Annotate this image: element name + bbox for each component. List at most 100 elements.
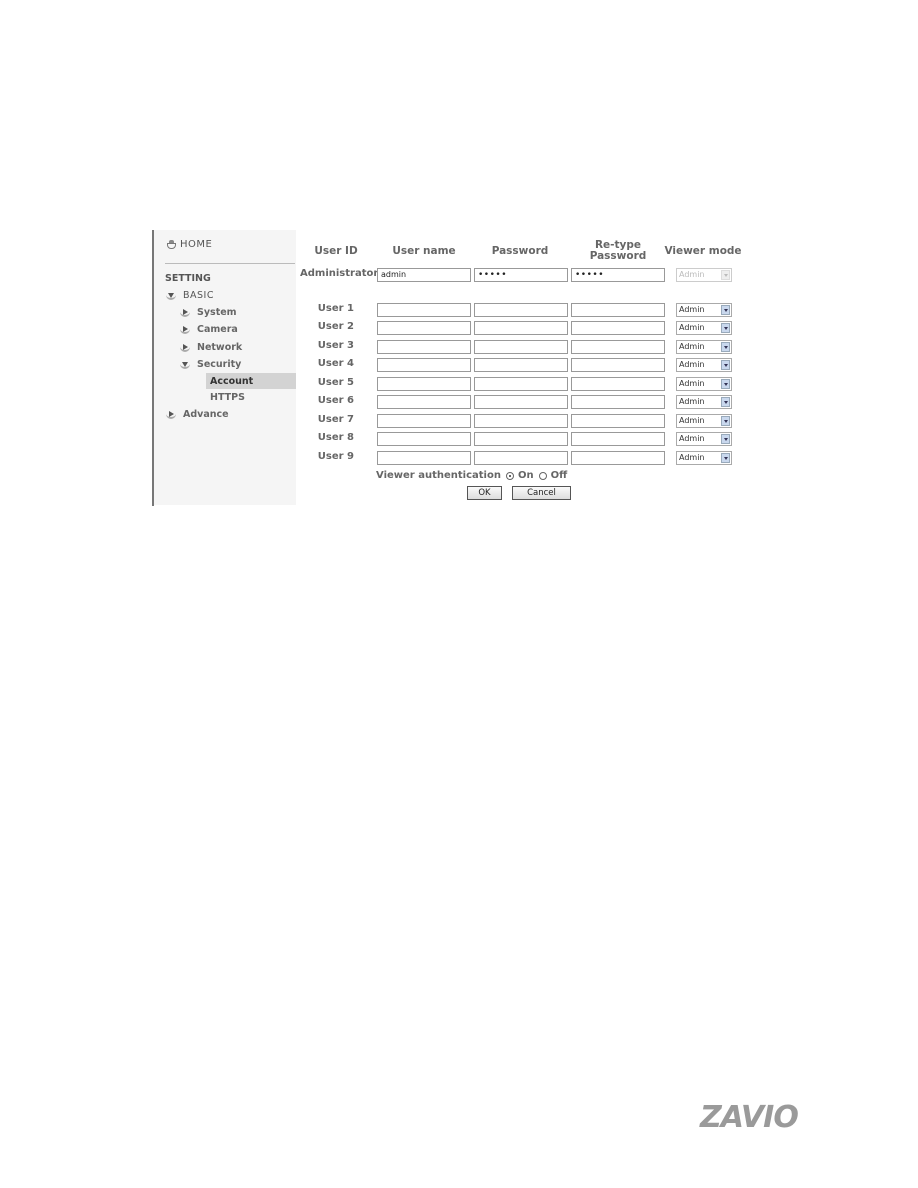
select-value: Admin bbox=[679, 379, 705, 388]
user-password-input[interactable] bbox=[474, 377, 568, 391]
user-password-input[interactable] bbox=[474, 414, 568, 428]
admin-viewer-mode-select: Admin bbox=[676, 268, 732, 282]
header-retype-line2: Password bbox=[589, 250, 647, 262]
auth-on-label[interactable]: On bbox=[518, 470, 534, 481]
sidebar-home-label: HOME bbox=[180, 239, 213, 250]
user-label: User 7 bbox=[317, 414, 354, 425]
chevron-down-icon[interactable] bbox=[721, 434, 730, 444]
chevron-down-icon[interactable] bbox=[721, 305, 730, 315]
user-password-input[interactable] bbox=[474, 303, 568, 317]
user-password-input[interactable] bbox=[474, 451, 568, 465]
user-username-input[interactable] bbox=[377, 303, 471, 317]
sidebar-item-system[interactable]: System bbox=[180, 307, 237, 318]
zavio-logo: ZAVIO bbox=[700, 1100, 799, 1135]
admin-password-input[interactable]: ••••• bbox=[474, 268, 568, 282]
user-viewer-mode-select[interactable]: Admin bbox=[676, 377, 732, 391]
sidebar-item-security[interactable]: Security bbox=[180, 359, 241, 370]
user-retype-input[interactable] bbox=[571, 451, 665, 465]
sidebar-item-label: Camera bbox=[197, 324, 238, 335]
admin-retype-input[interactable]: ••••• bbox=[571, 268, 665, 282]
chevron-down-icon[interactable] bbox=[721, 379, 730, 389]
user-label: User 2 bbox=[317, 321, 354, 332]
user-username-input[interactable] bbox=[377, 432, 471, 446]
user-viewer-mode-select[interactable]: Admin bbox=[676, 451, 732, 465]
user-viewer-mode-select[interactable]: Admin bbox=[676, 340, 732, 354]
user-username-input[interactable] bbox=[377, 321, 471, 335]
header-user-id: User ID bbox=[314, 245, 358, 257]
ok-button[interactable]: OK bbox=[467, 486, 502, 500]
home-icon bbox=[166, 239, 177, 250]
user-viewer-mode-select[interactable]: Admin bbox=[676, 358, 732, 372]
user-viewer-mode-select[interactable]: Admin bbox=[676, 414, 732, 428]
user-viewer-mode-select[interactable]: Admin bbox=[676, 395, 732, 409]
user-username-input[interactable] bbox=[377, 377, 471, 391]
user-retype-input[interactable] bbox=[571, 377, 665, 391]
user-retype-input[interactable] bbox=[571, 340, 665, 354]
chevron-down-icon[interactable] bbox=[721, 416, 730, 426]
sidebar-item-https[interactable]: HTTPS bbox=[210, 392, 245, 403]
chevron-down-icon[interactable] bbox=[721, 453, 730, 463]
sidebar-home[interactable]: HOME bbox=[166, 239, 212, 250]
chevron-right-icon bbox=[166, 410, 177, 420]
chevron-down-icon bbox=[180, 360, 191, 370]
chevron-down-icon[interactable] bbox=[721, 342, 730, 352]
user-retype-input[interactable] bbox=[571, 358, 665, 372]
sidebar-basic[interactable]: BASIC bbox=[166, 290, 214, 301]
user-username-input[interactable] bbox=[377, 340, 471, 354]
auth-on-radio[interactable] bbox=[505, 471, 514, 480]
select-value: Admin bbox=[679, 453, 705, 462]
admin-label: Administrator bbox=[300, 268, 379, 279]
chevron-down-icon[interactable] bbox=[721, 397, 730, 407]
sidebar-item-network[interactable]: Network bbox=[180, 342, 242, 353]
sidebar-basic-label: BASIC bbox=[183, 290, 214, 301]
user-viewer-mode-select[interactable]: Admin bbox=[676, 303, 732, 317]
header-retype-password: Re-type Password bbox=[572, 240, 664, 262]
auth-off-radio[interactable] bbox=[538, 471, 547, 480]
user-username-input[interactable] bbox=[377, 395, 471, 409]
chevron-down-icon[interactable] bbox=[721, 360, 730, 370]
user-retype-input[interactable] bbox=[571, 303, 665, 317]
user-label: User 8 bbox=[317, 432, 354, 443]
user-password-input[interactable] bbox=[474, 358, 568, 372]
user-password-input[interactable] bbox=[474, 432, 568, 446]
header-viewer-mode: Viewer mode bbox=[664, 245, 742, 257]
user-username-input[interactable] bbox=[377, 414, 471, 428]
user-password-input[interactable] bbox=[474, 340, 568, 354]
chevron-down-icon[interactable] bbox=[721, 323, 730, 333]
sidebar-item-label: Security bbox=[197, 359, 242, 370]
header-password: Password bbox=[491, 245, 549, 257]
user-retype-input[interactable] bbox=[571, 432, 665, 446]
user-username-input[interactable] bbox=[377, 451, 471, 465]
chevron-down-icon bbox=[721, 270, 730, 280]
cancel-button[interactable]: Cancel bbox=[512, 486, 571, 500]
user-retype-input[interactable] bbox=[571, 414, 665, 428]
select-value: Admin bbox=[679, 342, 705, 351]
sidebar-item-label: System bbox=[197, 307, 237, 318]
chevron-right-icon bbox=[180, 325, 191, 335]
user-password-input[interactable] bbox=[474, 321, 568, 335]
user-retype-input[interactable] bbox=[571, 395, 665, 409]
user-viewer-mode-select[interactable]: Admin bbox=[676, 432, 732, 446]
select-value: Admin bbox=[679, 360, 705, 369]
user-label: User 4 bbox=[317, 358, 354, 369]
select-value: Admin bbox=[679, 323, 705, 332]
select-value: Admin bbox=[679, 305, 705, 314]
user-viewer-mode-select[interactable]: Admin bbox=[676, 321, 732, 335]
sidebar-divider bbox=[165, 263, 295, 264]
select-value: Admin bbox=[679, 397, 705, 406]
admin-username-input[interactable]: admin bbox=[377, 268, 471, 282]
header-user-name: User name bbox=[392, 245, 456, 257]
user-username-input[interactable] bbox=[377, 358, 471, 372]
sidebar-item-label: Network bbox=[197, 342, 243, 353]
chevron-down-icon bbox=[166, 291, 177, 301]
sidebar-item-account[interactable]: Account bbox=[206, 373, 296, 389]
sidebar-item-camera[interactable]: Camera bbox=[180, 324, 238, 335]
sidebar-advance[interactable]: Advance bbox=[166, 409, 229, 420]
sidebar-advance-label: Advance bbox=[183, 409, 229, 420]
chevron-right-icon bbox=[180, 308, 191, 318]
auth-off-label[interactable]: Off bbox=[551, 470, 568, 481]
user-retype-input[interactable] bbox=[571, 321, 665, 335]
select-value: Admin bbox=[679, 270, 705, 279]
user-label: User 6 bbox=[317, 395, 354, 406]
user-password-input[interactable] bbox=[474, 395, 568, 409]
